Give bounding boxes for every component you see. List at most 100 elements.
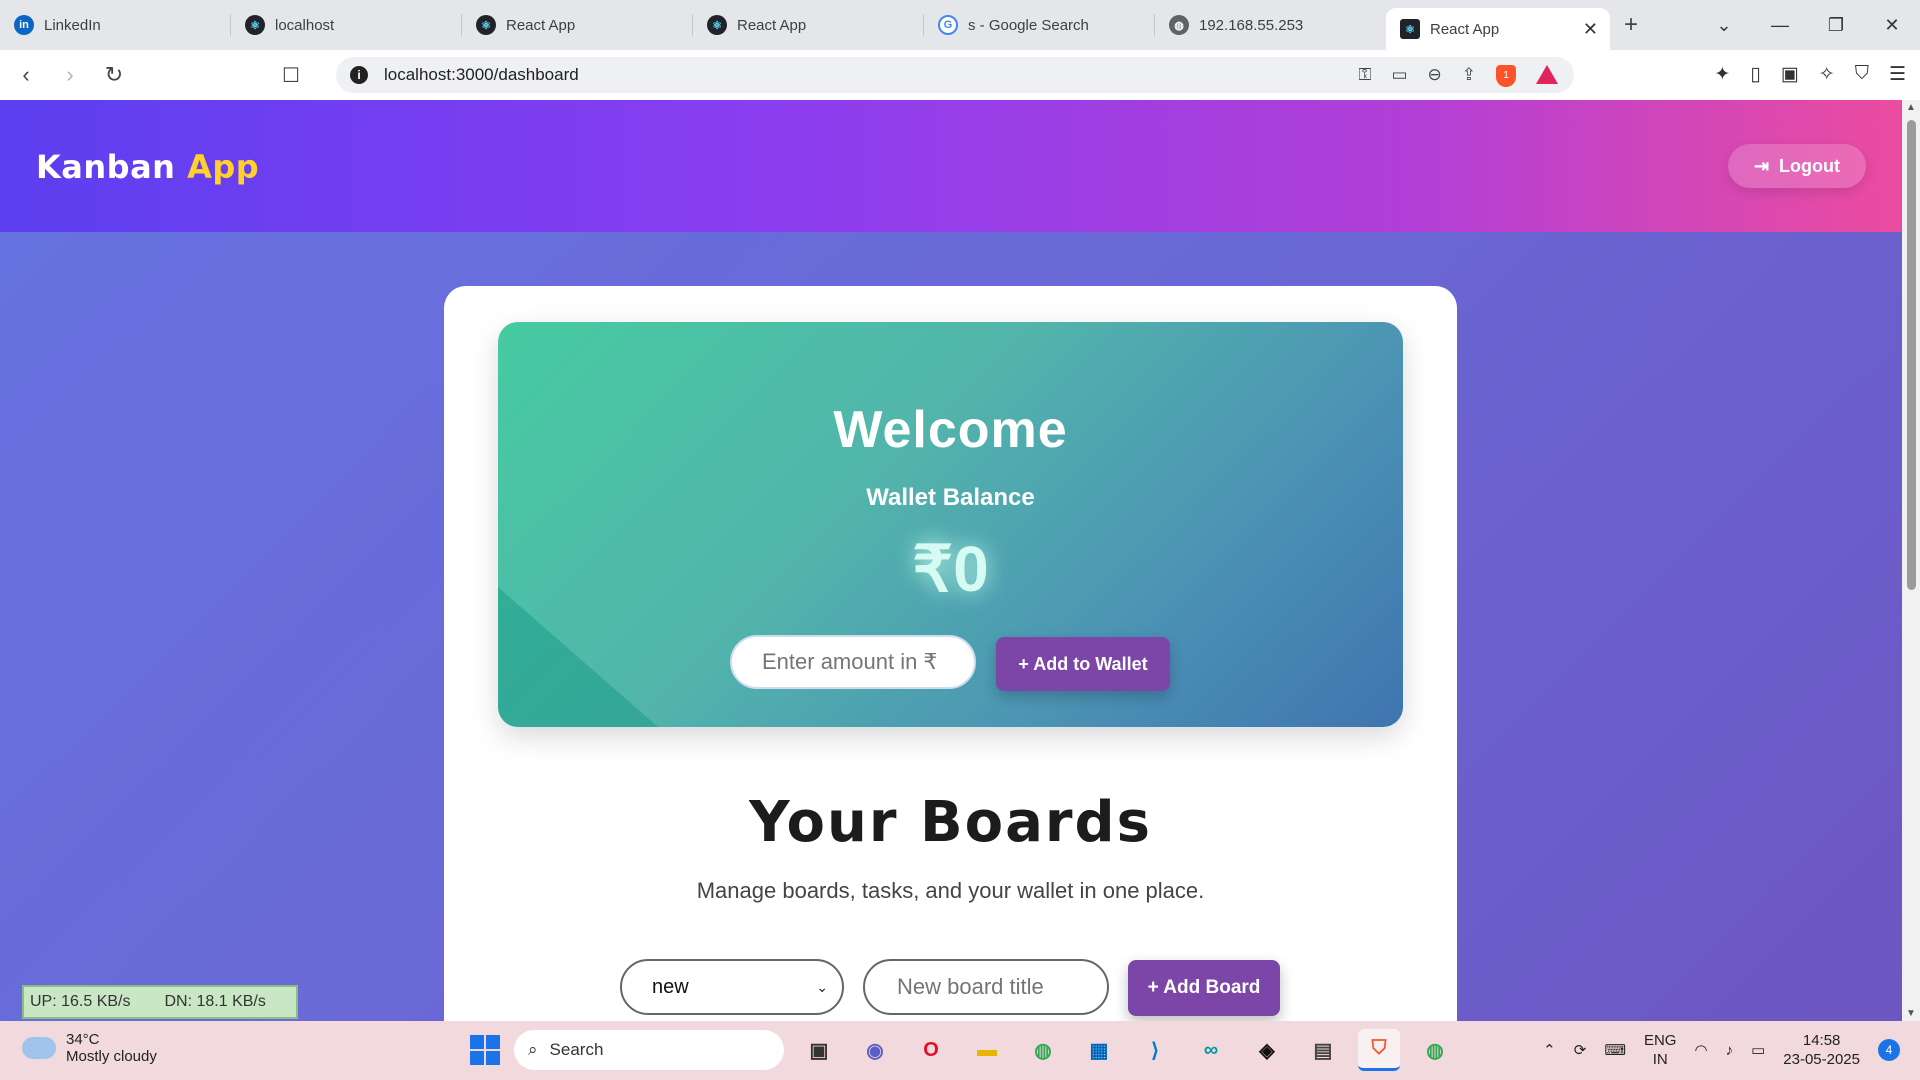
back-icon[interactable]: ‹ xyxy=(8,62,44,88)
battery-icon[interactable]: ▭ xyxy=(1751,1041,1765,1059)
tab-google-search[interactable]: G s - Google Search xyxy=(924,0,1155,50)
download-speed: DN: 18.1 KB/s xyxy=(164,993,266,1010)
menu-icon[interactable]: ☰ xyxy=(1889,63,1906,86)
notification-badge[interactable]: 4 xyxy=(1878,1039,1900,1061)
chrome-icon[interactable]: ◍ xyxy=(1022,1029,1064,1071)
tab-search-icon[interactable]: ⌄ xyxy=(1696,15,1752,36)
chevron-up-icon[interactable]: ⌃ xyxy=(1543,1041,1556,1059)
url-text[interactable]: localhost:3000/dashboard xyxy=(384,65,579,85)
app-header: Kanban App ⇥ Logout xyxy=(0,100,1902,232)
add-to-wallet-button[interactable]: + Add to Wallet xyxy=(996,637,1170,691)
brand-main: Kanban xyxy=(36,148,176,186)
system-tray: ⌃ ⟳ ⌨ ENG IN ◠ ♪ ▭ 14:58 23-05-2025 4 xyxy=(1543,1031,1900,1069)
brave-rewards-icon[interactable] xyxy=(1536,65,1558,84)
figma-icon[interactable]: ◈ xyxy=(1246,1029,1288,1071)
boards-title: Your Boards xyxy=(749,790,1152,855)
taskbar-apps: ⌕ Search ▣ ◉ O ▬ ◍ ▦ ⟩ ∞ ◈ ▤ ⛉ ◍ xyxy=(470,1029,1456,1071)
tab-title: s - Google Search xyxy=(968,16,1089,34)
react-icon: ⚛ xyxy=(476,15,496,35)
volume-icon[interactable]: ♪ xyxy=(1726,1042,1734,1059)
new-board-title-input[interactable] xyxy=(863,959,1109,1015)
board-type-value: new xyxy=(652,975,689,998)
tab-react-app-active[interactable]: ⚛ React App ✕ xyxy=(1386,8,1610,50)
tab-title: LinkedIn xyxy=(44,16,101,34)
tab-title: React App xyxy=(506,16,576,34)
omnibox-actions: ⚿ ▭ ⊖ ⇪ 1 xyxy=(1359,65,1558,87)
weather-condition: Mostly cloudy xyxy=(66,1048,157,1065)
bookmark-icon[interactable]: ☐ xyxy=(282,63,300,88)
opera-icon[interactable]: O xyxy=(910,1029,952,1071)
tab-react-app[interactable]: ⚛ React App xyxy=(693,0,924,50)
extensions-icon[interactable]: ✦ xyxy=(1714,63,1730,86)
windows-start-icon[interactable] xyxy=(470,1035,500,1065)
scrollbar-thumb[interactable] xyxy=(1907,120,1916,590)
brand-logo[interactable]: Kanban App xyxy=(36,148,259,186)
address-bar[interactable]: i localhost:3000/dashboard ⚿ ▭ ⊖ ⇪ 1 xyxy=(336,57,1574,93)
windows-taskbar: 34°C Mostly cloudy ⌕ Search ▣ ◉ O ▬ ◍ ▦ … xyxy=(0,1021,1920,1080)
site-info-icon[interactable]: i xyxy=(350,66,368,84)
tab-ip-address[interactable]: ◍ 192.168.55.253 xyxy=(1155,0,1386,50)
amount-input[interactable] xyxy=(730,635,976,689)
tab-title: 192.168.55.253 xyxy=(1199,16,1304,34)
language-indicator[interactable]: ENG IN xyxy=(1644,1031,1677,1069)
brave-shield-icon[interactable]: 1 xyxy=(1496,65,1516,87)
teams-icon[interactable]: ◉ xyxy=(854,1029,896,1071)
close-tab-icon[interactable]: ✕ xyxy=(1583,19,1598,40)
browser-tab-strip: in LinkedIn ⚛ localhost ⚛ React App ⚛ Re… xyxy=(0,0,1920,50)
tab-localhost[interactable]: ⚛ localhost xyxy=(231,0,462,50)
clock[interactable]: 14:58 23-05-2025 xyxy=(1783,1031,1860,1069)
share-icon[interactable]: ⇪ xyxy=(1462,65,1476,87)
lang-line1: ENG xyxy=(1643,1032,1677,1049)
brave-icon[interactable]: ⛉ xyxy=(1358,1029,1400,1071)
tab-linkedin[interactable]: in LinkedIn xyxy=(0,0,231,50)
window-controls: ⌄ — ❐ ✕ xyxy=(1696,0,1920,50)
dashboard-panel: Welcome Wallet Balance ₹0 + Add to Walle… xyxy=(444,286,1457,1021)
logout-button[interactable]: ⇥ Logout xyxy=(1728,144,1866,188)
chrome-profile-icon[interactable]: ◍ xyxy=(1414,1029,1456,1071)
restore-icon[interactable]: ❐ xyxy=(1808,15,1864,36)
scroll-down-icon[interactable]: ▼ xyxy=(1906,1008,1916,1019)
arduino-icon[interactable]: ∞ xyxy=(1190,1029,1232,1071)
zoom-out-icon[interactable]: ⊖ xyxy=(1428,65,1442,87)
vpn-icon[interactable]: ⛉ xyxy=(1855,63,1869,86)
react-icon: ⚛ xyxy=(245,15,265,35)
browser-toolbar: ‹ › ↻ ☐ i localhost:3000/dashboard ⚿ ▭ ⊖… xyxy=(0,50,1920,100)
tab-react-app[interactable]: ⚛ React App xyxy=(462,0,693,50)
new-tab-icon[interactable]: + xyxy=(1624,11,1638,39)
key-icon[interactable]: ⚿ xyxy=(1359,65,1372,87)
board-type-select[interactable]: new ⌄ xyxy=(620,959,844,1015)
search-label: Search xyxy=(549,1040,604,1059)
wifi-icon[interactable]: ◠ xyxy=(1694,1041,1707,1059)
install-app-icon[interactable]: ▭ xyxy=(1391,65,1407,87)
linkedin-icon: in xyxy=(14,15,34,35)
file-explorer-icon[interactable]: ▬ xyxy=(966,1029,1008,1071)
microsoft-store-icon[interactable]: ▦ xyxy=(1078,1029,1120,1071)
sync-icon[interactable]: ⟳ xyxy=(1574,1041,1587,1059)
task-view-icon[interactable]: ▣ xyxy=(798,1029,840,1071)
boards-subtitle: Manage boards, tasks, and your wallet in… xyxy=(696,878,1205,903)
scroll-up-icon[interactable]: ▲ xyxy=(1906,102,1916,113)
close-window-icon[interactable]: ✕ xyxy=(1864,15,1920,36)
leo-ai-icon[interactable]: ✧ xyxy=(1819,63,1835,86)
film-app-icon[interactable]: ▤ xyxy=(1302,1029,1344,1071)
forward-icon[interactable]: › xyxy=(52,62,88,88)
add-board-button[interactable]: + Add Board xyxy=(1128,960,1280,1016)
time: 14:58 xyxy=(1802,1032,1841,1049)
react-icon: ⚛ xyxy=(1400,19,1420,39)
sidebar-icon[interactable]: ▯ xyxy=(1750,63,1760,86)
network-meter: UP: 16.5 KB/s DN: 18.1 KB/s xyxy=(22,985,298,1019)
search-icon: ⌕ xyxy=(528,1040,538,1059)
vscode-icon[interactable]: ⟩ xyxy=(1134,1029,1176,1071)
react-icon: ⚛ xyxy=(707,15,727,35)
keyboard-icon[interactable]: ⌨ xyxy=(1604,1041,1626,1059)
reload-icon[interactable]: ↻ xyxy=(96,62,132,88)
taskbar-search[interactable]: ⌕ Search xyxy=(514,1030,784,1070)
page-viewport: Kanban App ⇥ Logout Welcome Wallet Balan… xyxy=(0,100,1902,1021)
tab-title: localhost xyxy=(275,16,335,34)
google-icon: G xyxy=(938,15,958,35)
logout-label: Logout xyxy=(1779,155,1841,176)
minimize-icon[interactable]: — xyxy=(1752,15,1808,36)
weather-widget[interactable]: 34°C Mostly cloudy xyxy=(18,1031,157,1065)
page-scrollbar[interactable]: ▲ ▼ xyxy=(1902,100,1920,1021)
wallet-icon[interactable]: ▣ xyxy=(1781,63,1799,86)
